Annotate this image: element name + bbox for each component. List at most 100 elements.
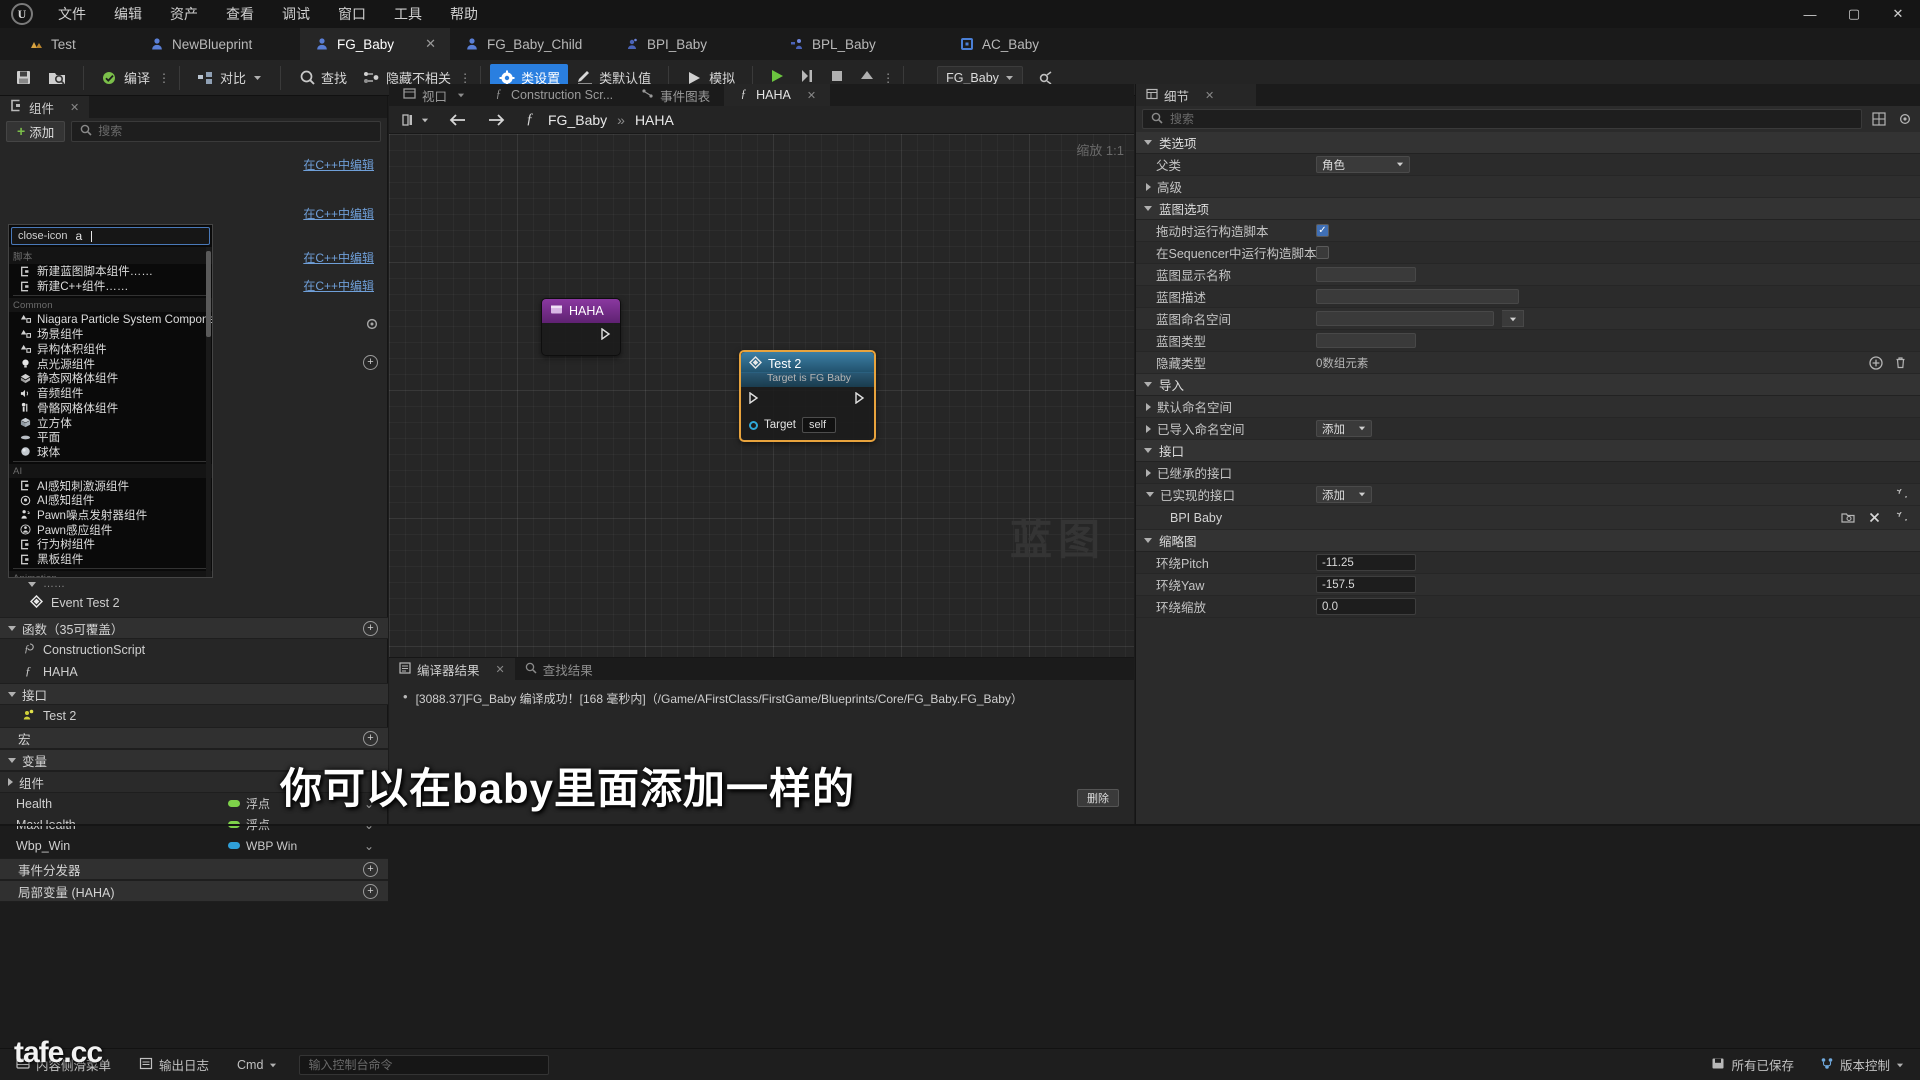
blueprint-graph-canvas[interactable]: 缩放 1:1 蓝图 HAHA Test 2 Target is FG Baby …: [389, 134, 1134, 657]
popup-item[interactable]: 静态网格体组件: [9, 371, 212, 386]
tab-close-icon[interactable]: ✕: [807, 89, 816, 102]
popup-item[interactable]: AI感知刺激源组件: [9, 478, 212, 493]
asset-tab-newblueprint[interactable]: NewBlueprint: [135, 28, 300, 60]
list-item-constructionscript[interactable]: ƒ ConstructionScript: [0, 639, 388, 661]
scrollbar-thumb[interactable]: [206, 251, 211, 337]
browse-button[interactable]: [40, 64, 74, 92]
source-control-button[interactable]: 版本控制: [1814, 1054, 1910, 1076]
checkbox-run-on-drag[interactable]: ✓: [1316, 224, 1329, 237]
popup-item[interactable]: 行为树组件: [9, 537, 212, 552]
tab-close-icon[interactable]: ✕: [70, 101, 79, 114]
close-button[interactable]: ✕: [1876, 0, 1920, 28]
tab-event-graph[interactable]: 事件图表: [627, 84, 725, 106]
browse-to-asset-icon[interactable]: [1840, 510, 1856, 526]
tab-haha[interactable]: ƒ HAHA ✕: [724, 84, 831, 106]
edit-in-cpp-link[interactable]: 在C++中编辑: [303, 249, 374, 266]
input-orbit-zoom[interactable]: 0.0: [1316, 598, 1416, 615]
compile-options-button[interactable]: ⋮: [158, 64, 170, 92]
input-blueprint-type[interactable]: [1316, 333, 1416, 348]
section-thumbnail[interactable]: 缩略图: [1136, 530, 1920, 552]
input-orbit-pitch[interactable]: -11.25: [1316, 554, 1416, 571]
list-item-event-test-2[interactable]: Event Test 2: [0, 592, 388, 613]
cmd-selector[interactable]: Cmd: [231, 1054, 283, 1076]
section-functions[interactable]: 函数（35可覆盖） +: [0, 617, 388, 639]
input-orbit-yaw[interactable]: -157.5: [1316, 576, 1416, 593]
popup-item[interactable]: 新建蓝图脚本组件……: [9, 264, 212, 279]
close-icon[interactable]: close-icon: [18, 230, 68, 242]
nav-back-button[interactable]: [444, 110, 472, 130]
input-description[interactable]: [1316, 289, 1519, 304]
popup-item[interactable]: 异构体积组件: [9, 342, 212, 357]
add-local-variable-button[interactable]: +: [363, 883, 378, 899]
tab-close-icon[interactable]: ✕: [1205, 89, 1214, 102]
find-button[interactable]: 查找: [290, 64, 355, 92]
popup-item[interactable]: Pawn噪点发射器组件: [9, 508, 212, 523]
section-local-variables[interactable]: 局部变量 (HAHA) +: [0, 880, 388, 902]
list-item-haha[interactable]: ƒ HAHA: [0, 661, 388, 683]
section-macros[interactable]: 宏 +: [0, 727, 388, 749]
variable-row-wbp-win[interactable]: Wbp_Win WBP Win ⌄: [0, 835, 388, 856]
menu-assets[interactable]: 资产: [156, 0, 212, 28]
asset-tab-ac-baby[interactable]: AC_Baby: [945, 28, 1105, 60]
popup-item[interactable]: AI感知组件: [9, 493, 212, 508]
menu-edit[interactable]: 编辑: [100, 0, 156, 28]
diff-button[interactable]: 对比: [189, 64, 271, 92]
console-command-input[interactable]: 输入控制台命令: [299, 1054, 550, 1075]
reset-to-default-icon[interactable]: [1892, 510, 1908, 526]
details-search-input[interactable]: [1170, 112, 1853, 126]
exec-in-pin[interactable]: [749, 391, 760, 407]
popup-item[interactable]: 平面: [9, 430, 212, 445]
menu-tools[interactable]: 工具: [380, 0, 436, 28]
property-row-default-namespace[interactable]: 默认命名空间: [1136, 396, 1920, 418]
section-event-dispatchers[interactable]: 事件分发器 +: [0, 858, 388, 880]
gear-icon[interactable]: [362, 314, 382, 334]
breadcrumb-root[interactable]: FG_Baby: [548, 112, 607, 128]
tab-viewport[interactable]: 视口: [389, 84, 480, 106]
reset-to-default-icon[interactable]: [1892, 487, 1908, 503]
components-search[interactable]: [71, 120, 381, 142]
delete-button[interactable]: 删除: [1077, 789, 1119, 807]
add-imported-namespace-button[interactable]: 添加: [1316, 420, 1372, 437]
list-item-test-2[interactable]: Test 2: [0, 705, 388, 727]
save-button[interactable]: [6, 64, 40, 92]
input-namespace[interactable]: [1316, 311, 1494, 326]
menu-debug[interactable]: 调试: [268, 0, 324, 28]
target-object-pin[interactable]: [749, 420, 758, 430]
section-import[interactable]: 导入: [1136, 374, 1920, 396]
popup-item[interactable]: 黑板组件: [9, 552, 212, 567]
horizontal-splitter[interactable]: [0, 824, 1920, 826]
property-row-inherited-interfaces[interactable]: 已继承的接口: [1136, 462, 1920, 484]
popup-item[interactable]: 立方体: [9, 415, 212, 430]
add-function-button[interactable]: +: [363, 620, 378, 636]
section-interfaces[interactable]: 接口: [0, 683, 388, 705]
popup-search-field[interactable]: close-icon a: [11, 227, 210, 245]
maximize-button[interactable]: ▢: [1832, 0, 1876, 28]
component-tree-row[interactable]: 在C++中编辑: [0, 144, 388, 184]
parent-class-combo[interactable]: 角色: [1316, 156, 1410, 173]
menu-window[interactable]: 窗口: [324, 0, 380, 28]
add-array-item-icon[interactable]: [1868, 355, 1884, 371]
asset-tab-test[interactable]: Test: [0, 28, 135, 60]
add-interface-button[interactable]: 添加: [1316, 486, 1372, 503]
popup-item[interactable]: Pawn感应组件: [9, 522, 212, 537]
popup-scrollbar[interactable]: [206, 247, 211, 577]
add-component-button[interactable]: + 添加: [6, 120, 66, 142]
tab-compiler-results[interactable]: 编译器结果 ✕: [389, 658, 515, 680]
exec-out-pin[interactable]: [601, 327, 612, 343]
add-icon[interactable]: +: [363, 355, 378, 370]
node-test-2[interactable]: Test 2 Target is FG Baby Target self: [739, 350, 876, 442]
asset-tab-fg-baby[interactable]: FG_Baby ✕: [300, 28, 450, 60]
unreal-logo[interactable]: U: [0, 0, 44, 28]
input-display-name[interactable]: [1316, 267, 1416, 282]
menu-file[interactable]: 文件: [44, 0, 100, 28]
graph-options-button[interactable]: [397, 110, 434, 130]
asset-tab-bpi-baby[interactable]: BPI_Baby: [610, 28, 775, 60]
section-class-options[interactable]: 类选项: [1136, 132, 1920, 154]
details-search-box[interactable]: [1142, 109, 1862, 129]
tab-close-icon[interactable]: ✕: [496, 663, 505, 676]
edit-in-cpp-link[interactable]: 在C++中编辑: [303, 205, 374, 222]
node-haha[interactable]: HAHA: [541, 298, 621, 356]
tab-construction-script[interactable]: ƒ Construction Scr...: [479, 84, 628, 106]
menu-help[interactable]: 帮助: [436, 0, 492, 28]
edit-in-cpp-link[interactable]: 在C++中编辑: [303, 156, 374, 173]
